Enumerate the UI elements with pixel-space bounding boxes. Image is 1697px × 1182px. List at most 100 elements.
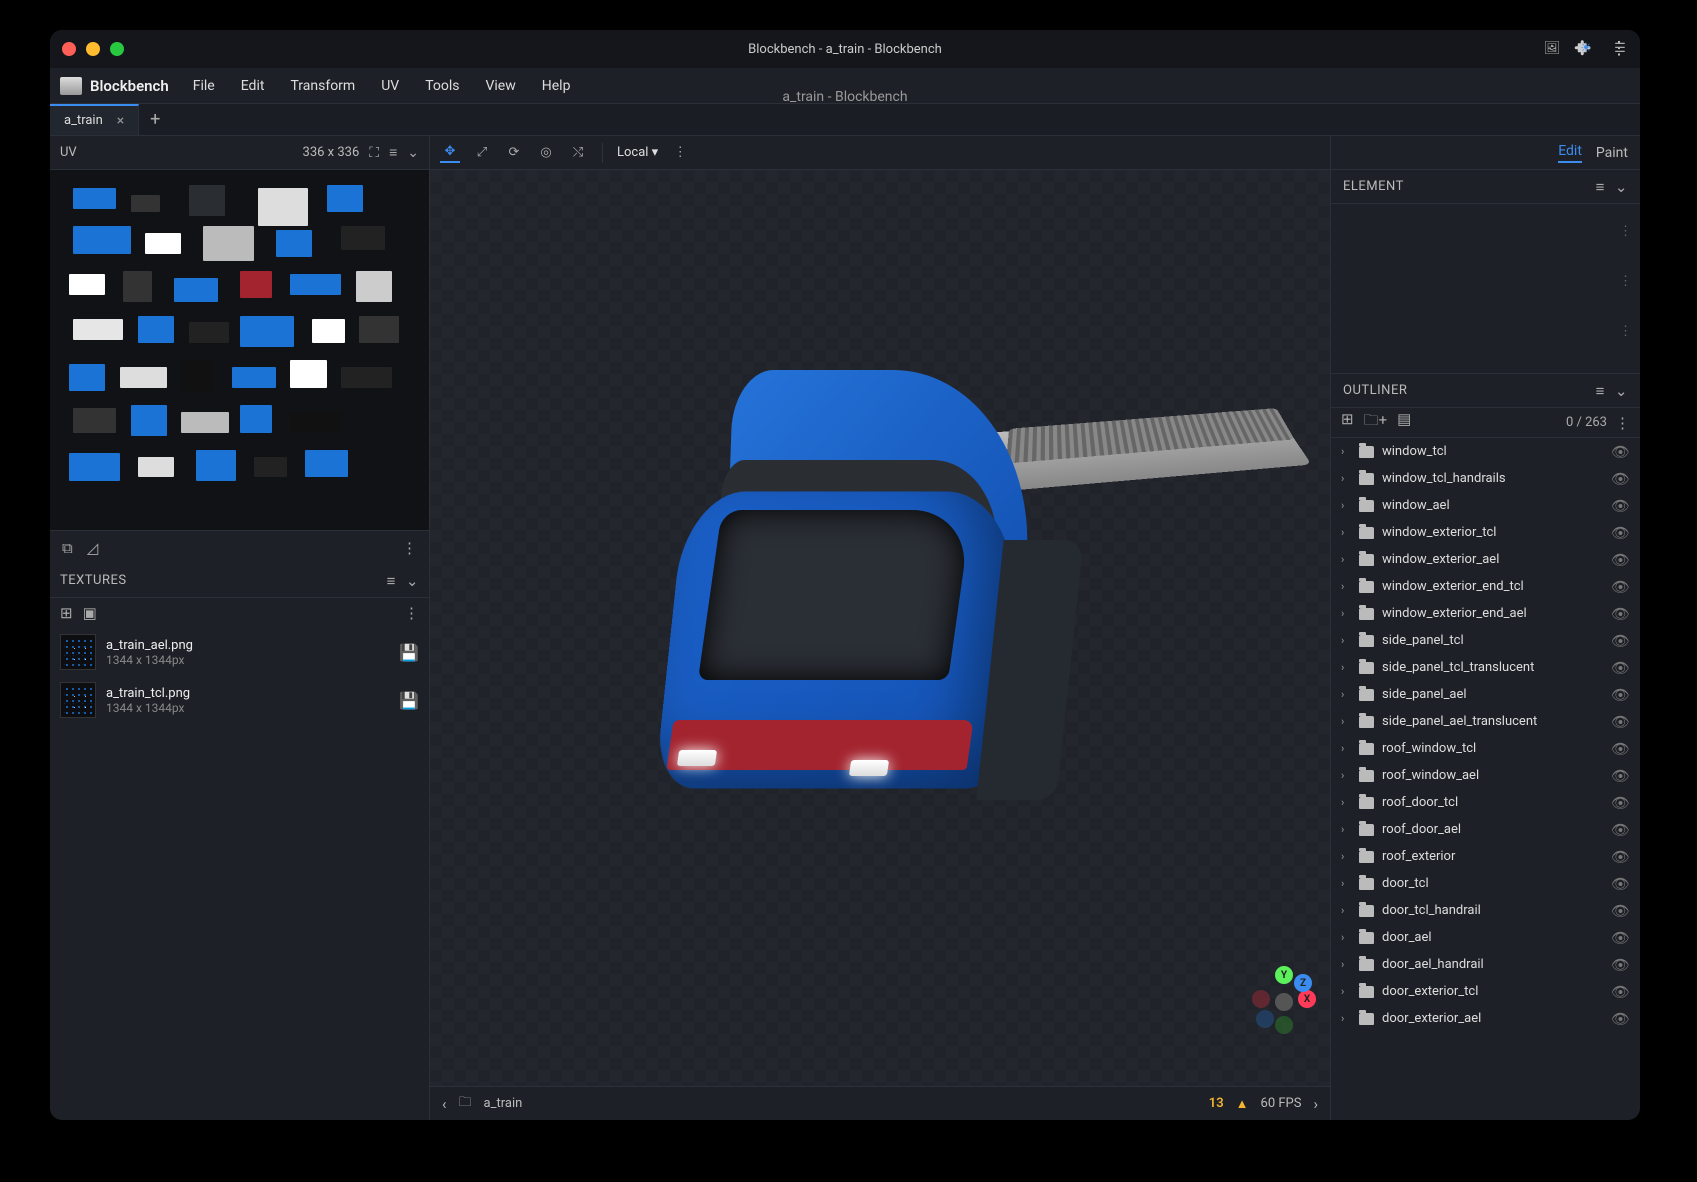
visibility-icon[interactable]: 👁	[1611, 821, 1630, 839]
outliner-item[interactable]: ›side_panel_tcl_translucent👁	[1331, 654, 1640, 681]
toggle-button[interactable]: ▤	[1397, 410, 1411, 435]
menu-tools[interactable]: Tools	[415, 74, 469, 98]
outliner-collapse-icon[interactable]: ⌄	[1615, 382, 1628, 400]
visibility-icon[interactable]: 👁	[1611, 632, 1630, 650]
menu-uv[interactable]: UV	[371, 74, 409, 98]
resize-tool-icon[interactable]: ⤢	[472, 143, 492, 163]
visibility-icon[interactable]: 👁	[1611, 1010, 1630, 1028]
logo[interactable]: Blockbench	[60, 77, 169, 95]
element-more-2[interactable]: ⋮	[1619, 274, 1632, 289]
visibility-icon[interactable]: 👁	[1611, 443, 1630, 461]
texture-row[interactable]: a_train_tcl.png 1344 x 1344px 💾	[50, 676, 429, 724]
chevron-right-icon[interactable]: ›	[1341, 823, 1351, 836]
outliner-item[interactable]: ›window_exterior_end_tcl👁	[1331, 573, 1640, 600]
uv-more-icon[interactable]: ⋮	[402, 539, 417, 557]
close-window-button[interactable]	[62, 42, 76, 56]
outliner-item[interactable]: ›roof_door_tcl👁	[1331, 789, 1640, 816]
visibility-icon[interactable]: 👁	[1611, 902, 1630, 920]
chevron-right-icon[interactable]: ›	[1341, 958, 1351, 971]
chevron-right-icon[interactable]: ›	[1341, 742, 1351, 755]
outliner-item[interactable]: ›window_ael👁	[1331, 492, 1640, 519]
warning-icon[interactable]: ▲	[1236, 1096, 1249, 1112]
chevron-right-icon[interactable]: ›	[1341, 580, 1351, 593]
visibility-icon[interactable]: 👁	[1611, 848, 1630, 866]
chevron-right-icon[interactable]: ›	[1341, 553, 1351, 566]
new-tab-button[interactable]: +	[139, 109, 171, 130]
transform-space-dropdown[interactable]: Local ▾	[617, 145, 658, 160]
breadcrumb-forward-icon[interactable]: ›	[1313, 1095, 1318, 1113]
visibility-icon[interactable]: 👁	[1611, 929, 1630, 947]
gizmo-z-axis[interactable]: Z	[1294, 974, 1312, 992]
add-group-button[interactable]: 🗀+	[1364, 410, 1388, 435]
mode-edit[interactable]: Edit	[1558, 143, 1582, 163]
outliner-item[interactable]: ›window_tcl👁	[1331, 438, 1640, 465]
texture-row[interactable]: a_train_ael.png 1344 x 1344px 💾	[50, 628, 429, 676]
chevron-right-icon[interactable]: ›	[1341, 715, 1351, 728]
outliner-more-icon[interactable]: ⋮	[1615, 414, 1630, 432]
outliner-item[interactable]: ›roof_window_tcl👁	[1331, 735, 1640, 762]
visibility-icon[interactable]: 👁	[1611, 794, 1630, 812]
add-cube-button[interactable]: ⊞	[1341, 410, 1354, 435]
chevron-right-icon[interactable]: ›	[1341, 607, 1351, 620]
uv-options-icon[interactable]: ≡	[389, 144, 397, 161]
outliner-item[interactable]: ›window_tcl_handrails👁	[1331, 465, 1640, 492]
chevron-right-icon[interactable]: ›	[1341, 931, 1351, 944]
outliner-item[interactable]: ›window_exterior_ael👁	[1331, 546, 1640, 573]
chevron-right-icon[interactable]: ›	[1341, 445, 1351, 458]
add-texture-button[interactable]: ⊞	[60, 604, 73, 622]
outliner-item[interactable]: ›door_ael👁	[1331, 924, 1640, 951]
gizmo-x-axis[interactable]: X	[1298, 990, 1316, 1008]
screenshot-icon[interactable]: 🖼	[1542, 38, 1562, 58]
visibility-icon[interactable]: 👁	[1611, 470, 1630, 488]
outliner-item[interactable]: ›side_panel_ael👁	[1331, 681, 1640, 708]
breadcrumb-back-icon[interactable]: ‹	[442, 1095, 447, 1113]
tab-close-icon[interactable]: ×	[117, 113, 124, 129]
visibility-icon[interactable]: 👁	[1611, 713, 1630, 731]
visibility-icon[interactable]: 👁	[1611, 767, 1630, 785]
chevron-right-icon[interactable]: ›	[1341, 904, 1351, 917]
visibility-icon[interactable]: 👁	[1611, 659, 1630, 677]
menu-view[interactable]: View	[475, 74, 525, 98]
save-texture-icon[interactable]: 💾	[399, 643, 419, 662]
textures-more-icon[interactable]: ⋮	[404, 604, 419, 622]
visibility-icon[interactable]: 👁	[1611, 578, 1630, 596]
pivot-tool-icon[interactable]: ◎	[536, 143, 556, 163]
toolbar-more-icon[interactable]: ⋮	[670, 143, 690, 163]
outliner-item[interactable]: ›roof_window_ael👁	[1331, 762, 1640, 789]
menu-edit[interactable]: Edit	[231, 74, 275, 98]
chevron-right-icon[interactable]: ›	[1341, 472, 1351, 485]
chevron-right-icon[interactable]: ›	[1341, 499, 1351, 512]
chevron-right-icon[interactable]: ›	[1341, 769, 1351, 782]
outliner-item[interactable]: ›side_panel_ael_translucent👁	[1331, 708, 1640, 735]
outliner-item[interactable]: ›door_tcl👁	[1331, 870, 1640, 897]
breadcrumb-root-icon[interactable]: 🗀	[459, 1093, 472, 1115]
chevron-right-icon[interactable]: ›	[1341, 877, 1351, 890]
fullscreen-icon[interactable]: ⛶	[369, 145, 379, 161]
visibility-icon[interactable]: 👁	[1611, 605, 1630, 623]
viewport-3d[interactable]: Y X Z	[430, 170, 1330, 1086]
visibility-icon[interactable]: 👁	[1611, 875, 1630, 893]
outliner-item[interactable]: ›roof_exterior👁	[1331, 843, 1640, 870]
visibility-icon[interactable]: 👁	[1611, 740, 1630, 758]
chevron-right-icon[interactable]: ›	[1341, 634, 1351, 647]
chevron-right-icon[interactable]: ›	[1341, 1012, 1351, 1025]
uv-collapse-icon[interactable]: ⌄	[407, 145, 419, 161]
tab-a-train[interactable]: a_train ×	[50, 104, 139, 135]
element-collapse-icon[interactable]: ⌄	[1615, 178, 1628, 196]
textures-collapse-icon[interactable]: ⌄	[406, 572, 419, 590]
breadcrumb[interactable]: a_train	[484, 1096, 523, 1111]
rotate-tool-icon[interactable]: ⟳	[504, 143, 524, 163]
outliner-item[interactable]: ›door_ael_handrail👁	[1331, 951, 1640, 978]
textures-options-icon[interactable]: ≡	[387, 572, 396, 590]
outliner-item[interactable]: ›door_tcl_handrail👁	[1331, 897, 1640, 924]
save-texture-icon[interactable]: 💾	[399, 691, 419, 710]
move-tool-icon[interactable]: ✥	[440, 143, 460, 163]
menu-transform[interactable]: Transform	[280, 74, 365, 98]
minimize-window-button[interactable]	[86, 42, 100, 56]
mode-paint[interactable]: Paint	[1596, 145, 1628, 161]
chevron-right-icon[interactable]: ›	[1341, 661, 1351, 674]
menu-file[interactable]: File	[183, 74, 225, 98]
outliner-item[interactable]: ›roof_door_ael👁	[1331, 816, 1640, 843]
element-more-1[interactable]: ⋮	[1619, 224, 1632, 239]
chevron-right-icon[interactable]: ›	[1341, 526, 1351, 539]
